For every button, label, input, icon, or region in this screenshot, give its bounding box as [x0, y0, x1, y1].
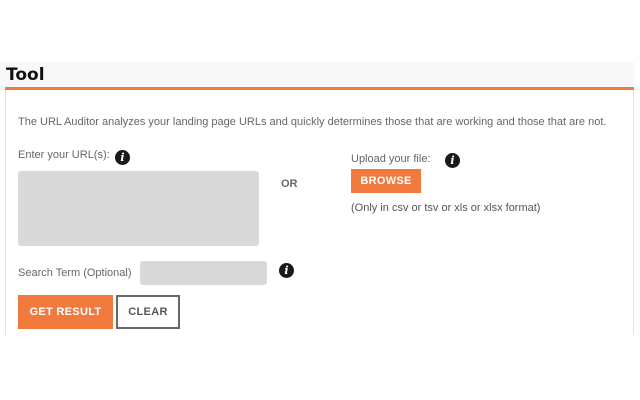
url-auditor-page: Tool The URL Auditor analyzes your landi… — [0, 0, 640, 400]
url-textarea[interactable] — [18, 171, 259, 246]
tool-description: The URL Auditor analyzes your landing pa… — [18, 116, 607, 128]
title-bar — [0, 62, 634, 88]
url-info-icon[interactable]: i — [115, 150, 130, 165]
page-title: Tool — [6, 65, 45, 85]
file-format-note: (Only in csv or tsv or xls or xlsx forma… — [351, 202, 541, 214]
clear-button[interactable]: CLEAR — [116, 295, 180, 329]
search-term-input[interactable] — [140, 261, 267, 285]
search-term-info-icon[interactable]: i — [279, 263, 294, 278]
url-input-label: Enter your URL(s): — [18, 149, 110, 161]
upload-file-label: Upload your file: — [351, 153, 431, 165]
upload-info-icon[interactable]: i — [445, 153, 460, 168]
get-result-button[interactable]: GET RESULT — [18, 295, 113, 329]
or-separator: OR — [281, 178, 298, 190]
browse-button[interactable]: BROWSE — [351, 169, 421, 193]
search-term-label: Search Term (Optional) — [18, 267, 132, 279]
